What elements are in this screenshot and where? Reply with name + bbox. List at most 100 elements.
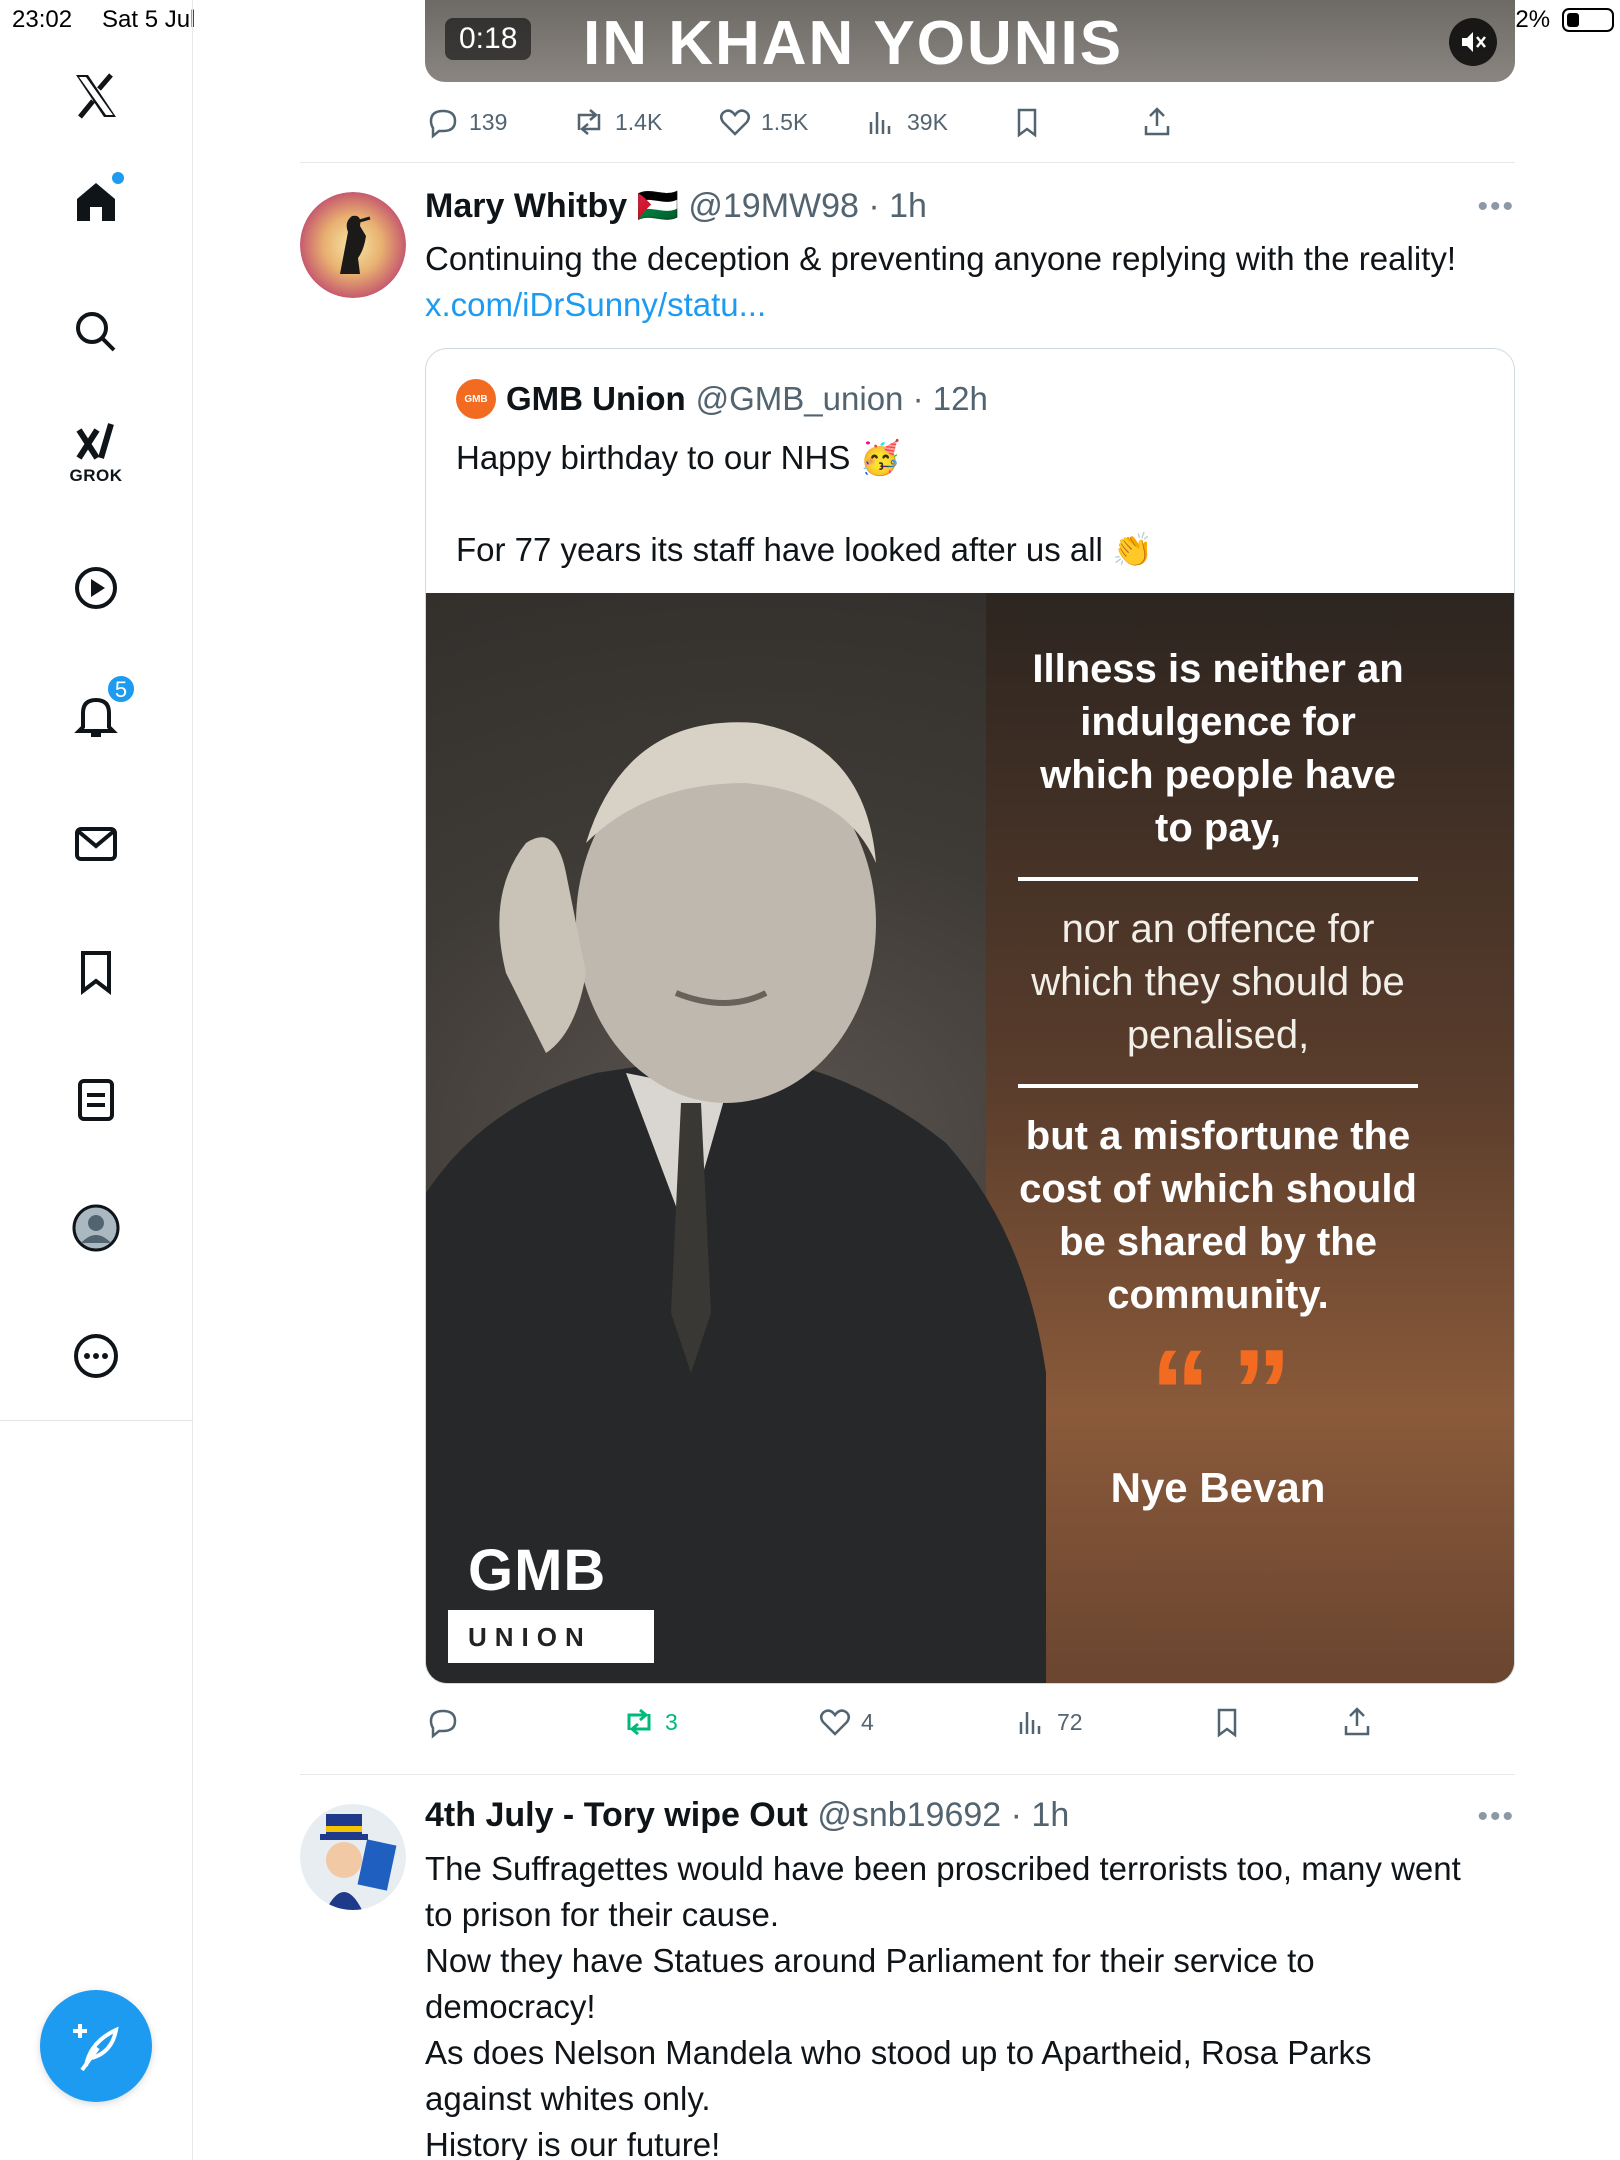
bookmark-button[interactable] bbox=[1209, 1700, 1245, 1744]
reply-button[interactable]: 139 bbox=[425, 100, 507, 144]
notifications-bell-icon[interactable]: 5 bbox=[62, 674, 136, 750]
tweet-link[interactable]: x.com/iDrSunny/statu... bbox=[425, 282, 1515, 328]
home-icon[interactable] bbox=[62, 168, 130, 236]
quotation-marks: “ ” bbox=[1150, 1325, 1291, 1459]
quoted-author-name: GMB Union bbox=[506, 380, 686, 417]
tweet-divider bbox=[300, 162, 1515, 163]
timeline-feed: 0:18 IN KHAN YOUNIS 139 1.4K 1.5K 39K Ma… bbox=[300, 0, 1515, 2160]
sidebar-divider bbox=[0, 1420, 193, 1421]
messages-icon[interactable] bbox=[62, 810, 130, 878]
tweet-body: The Suffragettes would have been proscri… bbox=[425, 1846, 1515, 2160]
like-button[interactable]: 1.5K bbox=[717, 100, 808, 144]
gmb-logo-text: GMB bbox=[468, 1538, 607, 1603]
tweet-text-line: History is our future! bbox=[425, 2126, 721, 2160]
nye-bevan-quote-image[interactable]: Illness is neither an indulgence for whi… bbox=[426, 593, 1514, 1683]
views-chart-icon bbox=[869, 112, 891, 134]
compose-post-button[interactable] bbox=[40, 1990, 152, 2102]
author-name[interactable]: Mary Whitby 🇵🇸 bbox=[425, 187, 679, 225]
bookmark-icon bbox=[1217, 1708, 1237, 1738]
mute-icon[interactable] bbox=[1449, 18, 1497, 66]
reply-icon bbox=[429, 109, 457, 139]
repost-button[interactable]: 3 bbox=[621, 1700, 678, 1744]
video-icon[interactable] bbox=[62, 554, 130, 622]
home-unread-dot bbox=[112, 172, 124, 184]
like-button[interactable]: 4 bbox=[817, 1700, 874, 1744]
repost-button[interactable]: 1.4K bbox=[571, 100, 662, 144]
share-button[interactable] bbox=[1339, 1700, 1375, 1744]
bookmark-button[interactable] bbox=[1009, 100, 1045, 144]
quoted-text-line-1: Happy birthday to our NHS 🥳 bbox=[456, 439, 901, 476]
video-duration: 0:18 bbox=[445, 18, 532, 60]
grok-label: GROK bbox=[69, 466, 123, 485]
quote-part-3: but a misfortune the cost of which shoul… bbox=[1019, 1114, 1417, 1317]
notifications-badge: 5 bbox=[106, 674, 136, 704]
quote-part-1: Illness is neither an indulgence for whi… bbox=[1032, 647, 1404, 850]
battery-icon bbox=[1562, 8, 1614, 32]
share-icon bbox=[1144, 107, 1170, 136]
quote-author: Nye Bevan bbox=[1110, 1464, 1326, 1511]
author-handle-time[interactable]: @snb19692 · 1h bbox=[817, 1796, 1069, 1834]
tweet-text-line: The Suffragettes would have been proscri… bbox=[425, 1850, 1461, 1887]
previous-tweet-actions: 139 1.4K 1.5K 39K bbox=[425, 100, 1515, 144]
gmb-union-avatar[interactable]: GMB bbox=[456, 379, 496, 419]
quoted-author-handle-time: @GMB_union · 12h bbox=[695, 380, 988, 417]
tweet-header: 4th July - Tory wipe Out @snb19692 · 1h bbox=[425, 1796, 1069, 1835]
lists-icon[interactable] bbox=[62, 1066, 130, 1134]
tweet-more-button[interactable]: ••• bbox=[1477, 190, 1515, 224]
repost-icon bbox=[577, 109, 601, 135]
bookmark-icon bbox=[1017, 108, 1037, 138]
tweet-text-line: against whites only. bbox=[425, 2080, 711, 2117]
tweet-actions: 3 4 72 bbox=[425, 1700, 1515, 1744]
sidebar: GROK 5 bbox=[0, 0, 193, 2160]
quote-rule-2 bbox=[1018, 1084, 1418, 1088]
like-count: 4 bbox=[861, 1708, 874, 1735]
views-chart-icon bbox=[1019, 1712, 1041, 1734]
more-options-icon[interactable] bbox=[62, 1322, 130, 1390]
repost-icon bbox=[627, 1708, 651, 1736]
author-handle-time[interactable]: @19MW98 · 1h bbox=[688, 187, 927, 225]
share-button[interactable] bbox=[1139, 100, 1175, 144]
video-player[interactable]: 0:18 IN KHAN YOUNIS bbox=[425, 0, 1515, 82]
tweet-text-line: democracy! bbox=[425, 1988, 596, 2025]
avatar-mary-whitby[interactable] bbox=[300, 192, 406, 298]
share-icon bbox=[1344, 1707, 1370, 1736]
search-icon[interactable] bbox=[62, 298, 130, 366]
heart-icon bbox=[820, 1709, 850, 1736]
view-count: 39K bbox=[907, 108, 948, 135]
quote-overlay: Illness is neither an indulgence for whi… bbox=[1018, 643, 1418, 1512]
bookmarks-icon[interactable] bbox=[62, 938, 130, 1006]
tweet-text-line: Now they have Statues around Parliament … bbox=[425, 1942, 1315, 1979]
nye-bevan-photo bbox=[426, 722, 1046, 1683]
like-count: 1.5K bbox=[761, 108, 809, 135]
reply-button[interactable] bbox=[425, 1700, 469, 1744]
tweet-text-line: As does Nelson Mandela who stood up to A… bbox=[425, 2034, 1372, 2071]
quoted-tweet[interactable]: GMB GMB Union @GMB_union · 12h Happy bir… bbox=[425, 348, 1515, 1684]
compose-feather-icon bbox=[73, 2024, 119, 2072]
x-logo-icon[interactable] bbox=[62, 62, 130, 130]
views-button[interactable]: 72 bbox=[1013, 1700, 1083, 1744]
tweet-text-line: to prison for their cause. bbox=[425, 1896, 780, 1933]
repost-count: 1.4K bbox=[615, 108, 663, 135]
grok-icon[interactable]: GROK bbox=[62, 420, 130, 488]
profile-avatar-icon[interactable] bbox=[62, 1194, 130, 1262]
quote-rule-1 bbox=[1018, 877, 1418, 881]
author-name[interactable]: 4th July - Tory wipe Out bbox=[425, 1796, 808, 1834]
avatar-tory-wipe-out[interactable] bbox=[300, 1804, 406, 1910]
union-logo-text: UNION bbox=[448, 1610, 654, 1663]
tweet-more-button[interactable]: ••• bbox=[1477, 1800, 1515, 1834]
heart-icon bbox=[720, 109, 750, 136]
view-count: 72 bbox=[1057, 1708, 1083, 1735]
tweet-divider bbox=[300, 1774, 1515, 1775]
reply-count: 139 bbox=[469, 108, 508, 135]
quoted-tweet-header: GMB GMB Union @GMB_union · 12h bbox=[456, 379, 988, 419]
video-caption: IN KHAN YOUNIS bbox=[583, 9, 1124, 78]
views-button[interactable]: 39K bbox=[863, 100, 948, 144]
reply-icon bbox=[429, 1709, 457, 1739]
tweet-text: Continuing the deception & preventing an… bbox=[425, 240, 1456, 277]
gmb-union-logo: GMB UNION bbox=[448, 1537, 654, 1663]
tweet-body: Continuing the deception & preventing an… bbox=[425, 236, 1515, 328]
quote-part-2: nor an offence for which they should be … bbox=[1031, 907, 1405, 1057]
tweet-header: Mary Whitby 🇵🇸 @19MW98 · 1h bbox=[425, 186, 927, 226]
quoted-text-line-2: For 77 years its staff have looked after… bbox=[456, 531, 1154, 568]
repost-count: 3 bbox=[665, 1708, 678, 1735]
